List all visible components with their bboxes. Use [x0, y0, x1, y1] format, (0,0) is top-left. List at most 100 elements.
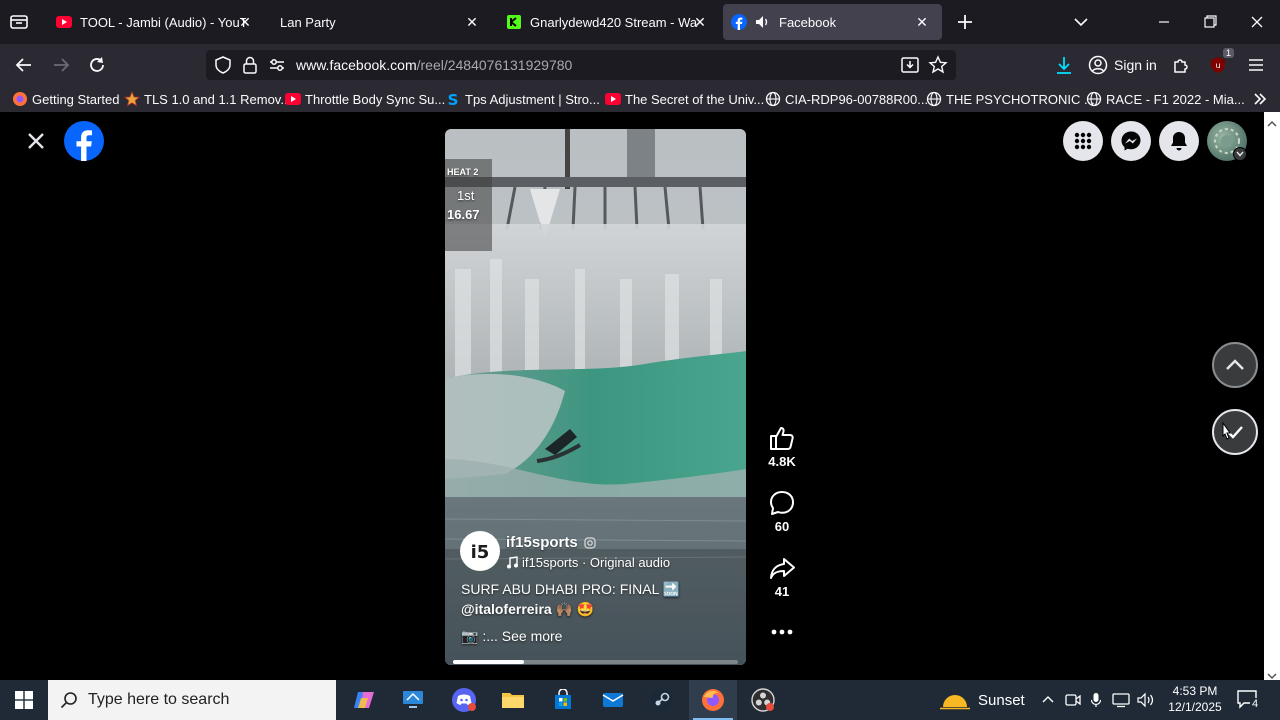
copilot-app[interactable] — [340, 680, 388, 720]
weather-label: Sunset — [978, 691, 1025, 709]
see-more-link[interactable]: 📷 :... See more — [461, 628, 562, 645]
notification-center-button[interactable]: 4 — [1236, 689, 1264, 713]
audio-info[interactable]: if15sports · Original audio — [506, 555, 670, 570]
url-bar[interactable]: www.facebook.com/reel/2484076131929780 — [206, 50, 956, 80]
notifications-button[interactable] — [1159, 121, 1199, 161]
volume-icon[interactable] — [1136, 692, 1156, 708]
share-button[interactable] — [768, 554, 796, 582]
outlook-app[interactable] — [589, 680, 637, 720]
reload-button[interactable] — [84, 53, 110, 77]
start-button[interactable] — [0, 680, 48, 720]
bookmark-secret-universe[interactable]: The Secret of the Univ... — [605, 90, 764, 108]
save-to-pocket-icon[interactable] — [900, 55, 920, 80]
forward-button[interactable] — [48, 53, 74, 77]
microsoft-store-app[interactable] — [539, 680, 587, 720]
caption-line-2: @italoferreira 🙌🏽 🤩 — [461, 601, 595, 617]
close-window-button[interactable] — [1245, 12, 1269, 32]
author-avatar[interactable]: i5 — [460, 531, 500, 571]
scroll-up-arrow-icon[interactable] — [1267, 115, 1277, 133]
comment-button[interactable] — [768, 489, 796, 517]
bookmark-star-icon[interactable] — [928, 55, 948, 80]
ublock-icon[interactable]: u 1 — [1205, 48, 1234, 77]
audio-label: if15sports · Original audio — [522, 555, 671, 570]
close-tab-icon[interactable]: ✕ — [690, 12, 710, 32]
bookmark-psychotronic[interactable]: THE PSYCHOTRONIC ... — [926, 90, 1095, 108]
video-progress-track[interactable] — [453, 660, 738, 664]
mouse-cursor-icon — [1220, 421, 1234, 444]
firefox-app[interactable] — [689, 680, 737, 720]
reel-video-player[interactable]: HEAT 2 1st 16.67 i5 if15sports if15sport… — [445, 129, 746, 665]
scroll-down-arrow-icon[interactable] — [1267, 667, 1277, 680]
tab-kick-stream[interactable]: Gnarlydewd420 Stream - Watch ✕ — [500, 0, 720, 44]
bookmark-throttle-body[interactable]: Throttle Body Sync Su... — [285, 90, 445, 108]
tab-lan-party[interactable]: Lan Party ✕ — [272, 0, 492, 44]
bookmarks-overflow-icon[interactable] — [1251, 90, 1269, 108]
bookmark-getting-started[interactable]: Getting Started — [12, 90, 119, 108]
minimize-window-button[interactable] — [1152, 12, 1176, 32]
author-name[interactable]: if15sports — [506, 534, 596, 551]
bookmark-cia-rdp[interactable]: CIA-RDP96-00788R00... — [765, 90, 928, 108]
facebook-logo-icon[interactable] — [64, 121, 104, 161]
store-icon — [555, 689, 571, 709]
downloads-icon[interactable] — [1051, 53, 1077, 77]
bookmark-race-f1[interactable]: RACE - F1 2022 - Mia... — [1086, 90, 1245, 108]
speaker-icon[interactable] — [755, 14, 771, 30]
microphone-icon[interactable] — [1089, 692, 1103, 708]
next-reel-button[interactable] — [1212, 409, 1258, 455]
account-chevron-icon[interactable] — [1233, 147, 1247, 161]
network-icon[interactable] — [1111, 692, 1131, 708]
steam-icon — [651, 689, 673, 711]
share-count: 41 — [774, 584, 790, 599]
taskbar-search-box[interactable]: Type here to search — [48, 680, 336, 720]
share-icon — [770, 558, 795, 579]
close-tab-icon[interactable]: ✕ — [235, 12, 255, 32]
weather-widget[interactable]: Sunset — [940, 684, 1025, 716]
bookmark-tls[interactable]: TLS 1.0 and 1.1 Remov... — [124, 90, 291, 108]
account-icon — [1088, 55, 1108, 75]
tab-list-icon[interactable] — [8, 12, 30, 32]
remote-desktop-app[interactable] — [389, 680, 437, 720]
clock[interactable]: 4:53 PM 12/1/2025 — [1160, 683, 1230, 717]
show-hidden-icons[interactable] — [1040, 692, 1056, 708]
close-tab-icon[interactable]: ✕ — [912, 12, 932, 32]
new-tab-button[interactable] — [953, 10, 977, 34]
permissions-icon[interactable] — [268, 57, 286, 78]
youtube-icon — [285, 91, 301, 107]
bookmark-label: Tps Adjustment | Stro... — [465, 91, 600, 107]
discord-app[interactable] — [440, 680, 488, 720]
heat-label: HEAT 2 — [447, 167, 479, 177]
lock-icon[interactable] — [242, 56, 258, 79]
restore-window-button[interactable] — [1198, 12, 1222, 32]
messenger-button[interactable] — [1111, 121, 1151, 161]
more-options-icon[interactable] — [770, 625, 794, 639]
extension-badge: 1 — [1222, 48, 1234, 58]
back-button[interactable] — [11, 53, 37, 77]
clock-time: 4:53 PM — [1172, 684, 1218, 698]
menu-hamburger-icon[interactable] — [1243, 53, 1269, 77]
tab-facebook[interactable]: Facebook ✕ — [723, 4, 942, 40]
close-reel-button[interactable] — [24, 129, 48, 153]
menu-grid-button[interactable] — [1063, 121, 1103, 161]
file-explorer-app[interactable] — [489, 680, 537, 720]
chevron-down-icon[interactable] — [1071, 12, 1091, 32]
url-text: www.facebook.com/reel/2484076131929780 — [296, 57, 572, 73]
youtube-icon — [56, 14, 72, 30]
extensions-icon[interactable] — [1168, 53, 1194, 77]
shield-icon[interactable] — [214, 56, 232, 79]
page-scrollbar[interactable] — [1264, 112, 1280, 680]
bookmark-tps-adjustment[interactable]: S Tps Adjustment | Stro... — [445, 90, 600, 108]
meet-now-icon[interactable] — [1064, 692, 1082, 708]
svg-text:S: S — [448, 91, 459, 107]
facebook-reel-page: HEAT 2 1st 16.67 i5 if15sports if15sport… — [0, 112, 1280, 680]
close-tab-icon[interactable]: ✕ — [462, 12, 482, 32]
youtube-icon — [605, 91, 621, 107]
navigation-toolbar: www.facebook.com/reel/2484076131929780 S… — [0, 44, 1280, 86]
previous-reel-button[interactable] — [1212, 342, 1258, 388]
like-button[interactable] — [768, 424, 796, 452]
tab-youtube-tool[interactable]: TOOL - Jambi (Audio) - YouTube ✕ — [50, 0, 265, 44]
clock-date: 12/1/2025 — [1168, 700, 1222, 714]
sign-in-button[interactable]: Sign in — [1088, 53, 1157, 77]
tab-title: Gnarlydewd420 Stream - Watch — [530, 14, 698, 30]
steam-app[interactable] — [638, 680, 686, 720]
obs-app[interactable] — [739, 680, 787, 720]
